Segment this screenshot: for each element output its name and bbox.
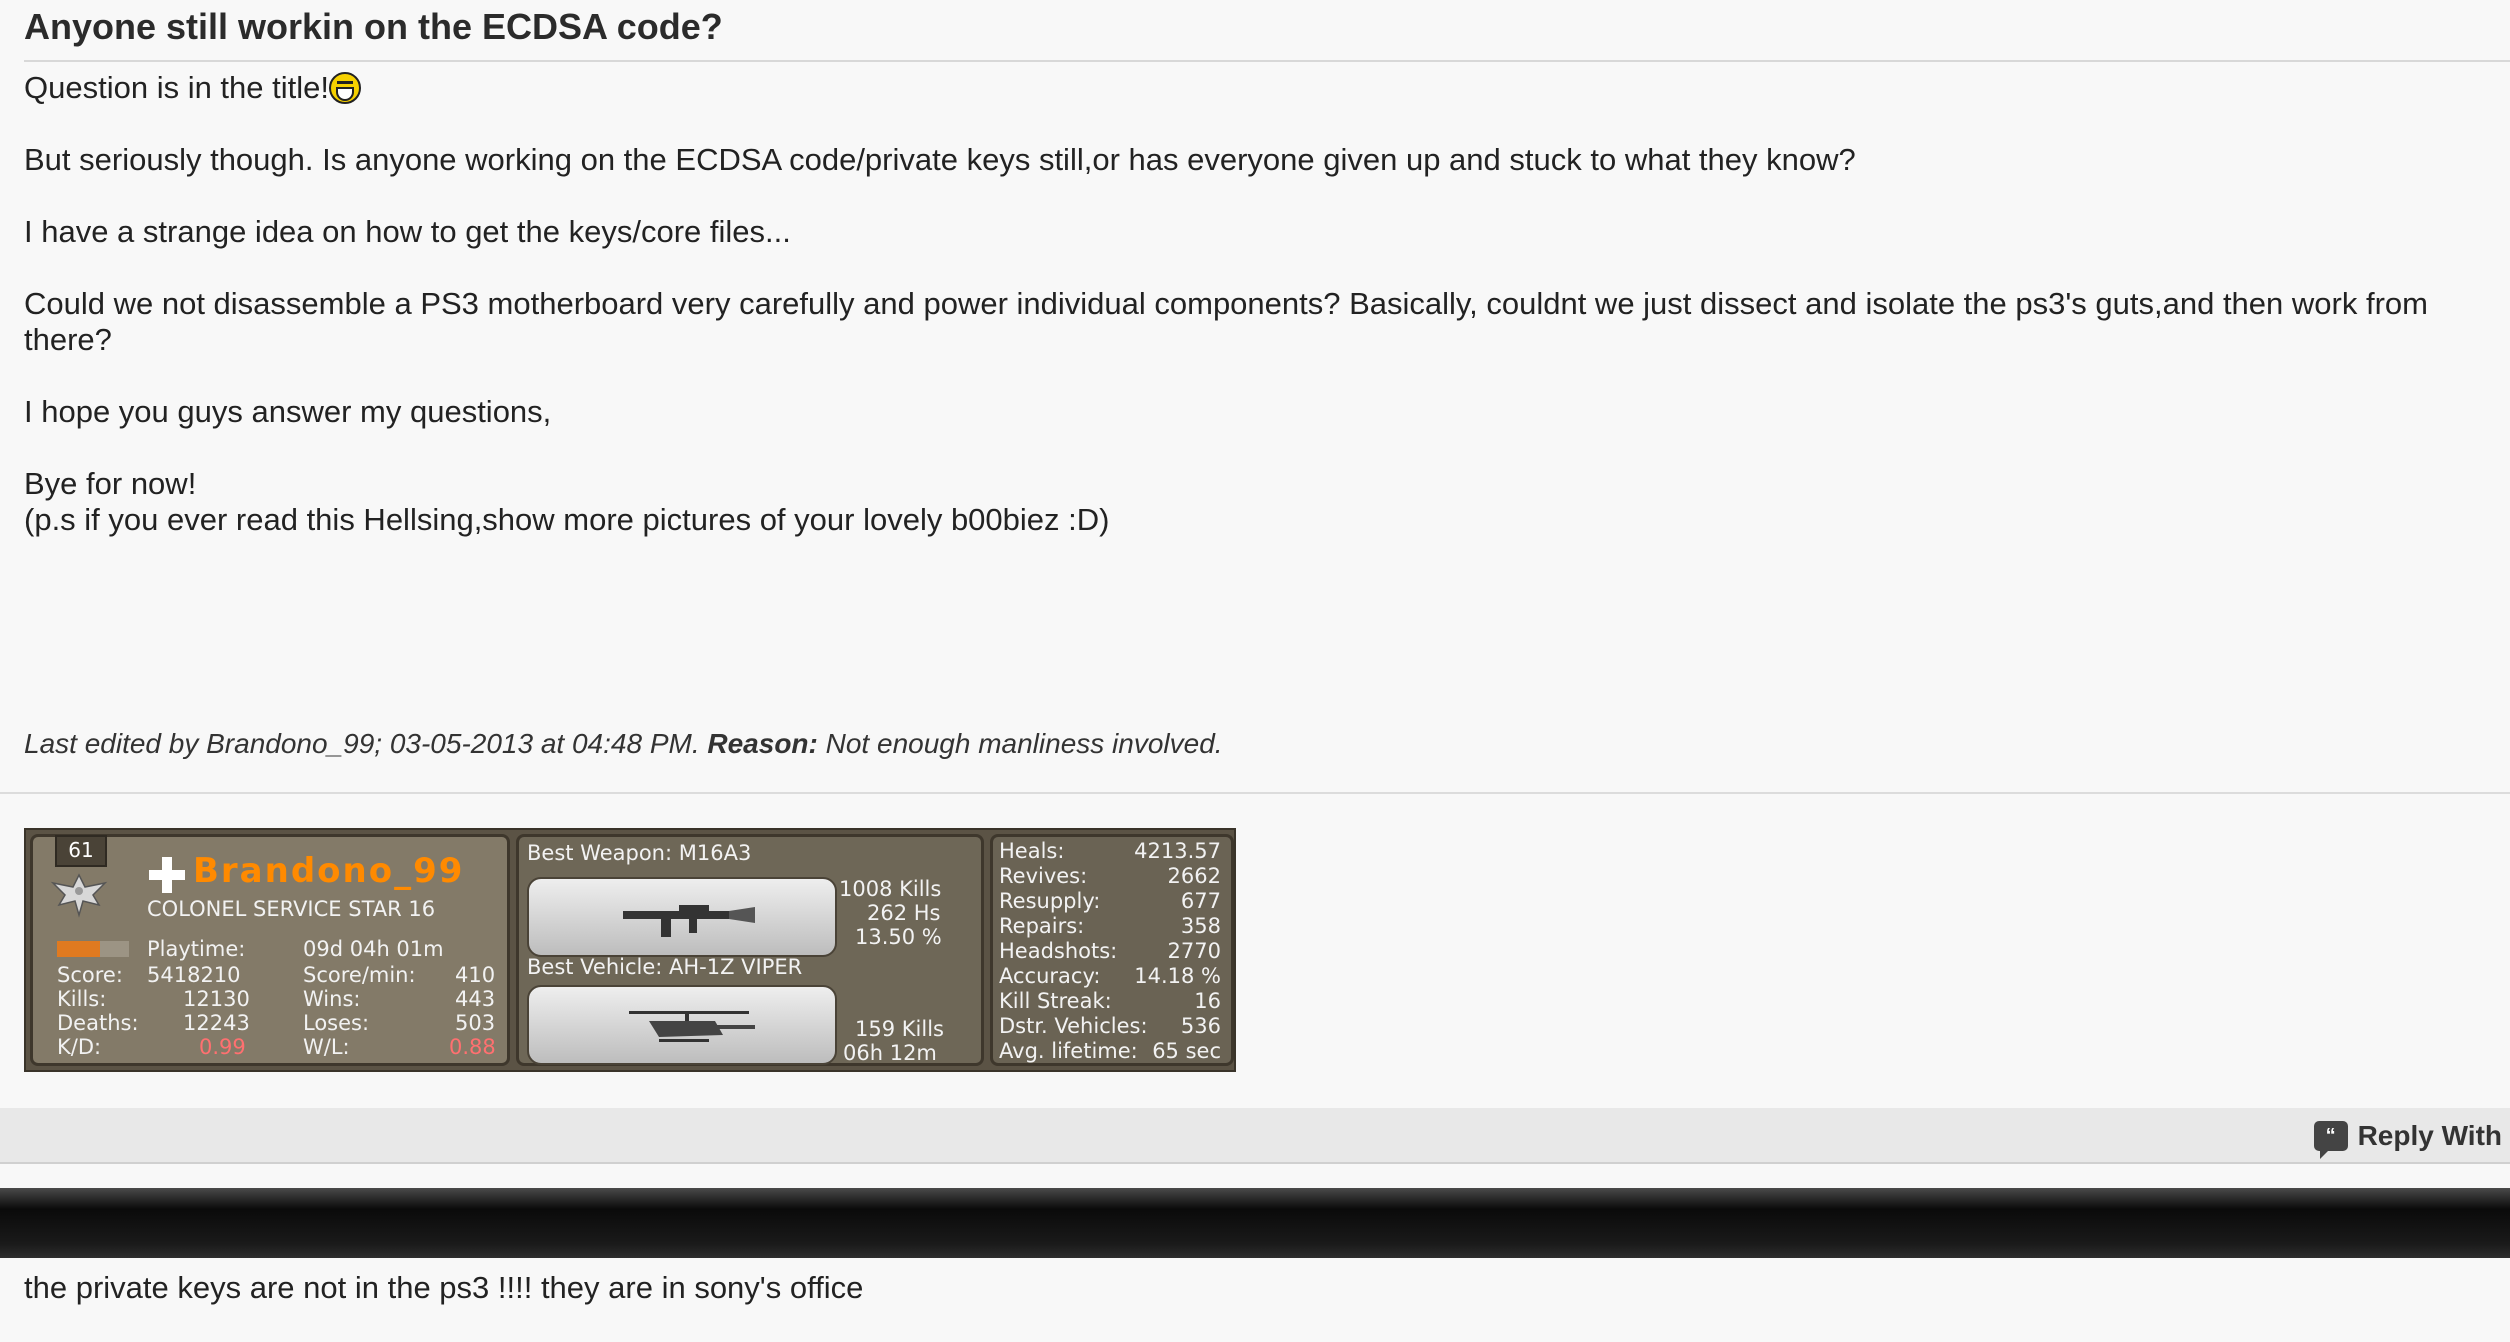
stat-label: Dstr. Vehicles:: [999, 1014, 1148, 1038]
player-name: Brandono_99: [193, 851, 465, 891]
post-title: Anyone still workin on the ECDSA code?: [24, 6, 723, 47]
wl-label: W/L:: [303, 1035, 350, 1059]
score-value: 5418210: [147, 963, 241, 987]
wins-label: Wins:: [303, 987, 361, 1011]
vehicle-kills: 159 Kills: [855, 1017, 944, 1041]
stat-value: 536: [1180, 1014, 1221, 1038]
rifle-icon: [623, 905, 755, 937]
wl-value: 0.88: [449, 1035, 496, 1059]
last-edited-note: Last edited by Brandono_99; 03-05-2013 a…: [24, 728, 1223, 760]
scoremin-label: Score/min:: [303, 963, 416, 987]
post-line: Bye for now!: [24, 466, 197, 501]
kills-label: Kills:: [57, 987, 107, 1011]
wins-value: 443: [455, 987, 496, 1011]
signature-divider: [0, 792, 2510, 794]
stat-value: 65 sec: [1152, 1039, 1221, 1063]
deaths-value: 12243: [183, 1011, 250, 1035]
loses-label: Loses:: [303, 1011, 370, 1035]
post-line: Could we not disassemble a PS3 motherboa…: [24, 286, 2428, 357]
stat-label: Kill Streak:: [999, 989, 1112, 1013]
post-line: I hope you guys answer my questions,: [24, 394, 552, 429]
post-line: I have a strange idea on how to get the …: [24, 214, 791, 249]
last-edited-prefix: Last edited by Brandono_99; 03-05-2013 a…: [24, 728, 700, 759]
weapon-percent: 13.50 %: [855, 925, 942, 949]
stat-value: 2770: [1167, 939, 1221, 963]
deaths-label: Deaths:: [57, 1011, 139, 1035]
stat-label: Headshots:: [999, 939, 1118, 963]
kills-value: 12130: [183, 987, 250, 1011]
post-header-bar: [0, 1188, 2510, 1258]
best-vehicle-label: Best Vehicle: AH-1Z VIPER: [527, 955, 803, 979]
title-divider: [24, 60, 2510, 62]
stat-label: Heals:: [999, 839, 1065, 863]
score-label: Score:: [57, 963, 123, 987]
stat-value: 358: [1180, 914, 1221, 938]
scoremin-value: 410: [455, 963, 496, 987]
post-line: But seriously though. Is anyone working …: [24, 142, 1856, 177]
stat-value: 14.18 %: [1134, 964, 1221, 988]
medic-cross-icon: [149, 857, 185, 893]
stat-label: Resupply:: [999, 889, 1101, 913]
stat-value: 16: [1194, 989, 1221, 1013]
reply-with-label: Reply With: [2357, 1120, 2502, 1151]
vehicle-time: 06h 12m: [843, 1041, 937, 1065]
stat-value: 2662: [1167, 864, 1221, 888]
vehicle-image-box: [527, 985, 837, 1065]
helicopter-icon: [629, 1011, 755, 1042]
reason-label: Reason:: [707, 728, 818, 759]
post-line: Question is in the title!: [24, 70, 329, 105]
stat-value: 677: [1180, 889, 1221, 913]
signature-banner: 61 Brandono_99 COLONEL SERVICE STAR 16 P…: [24, 828, 1236, 1072]
player-stats-panel: 61 Brandono_99 COLONEL SERVICE STAR 16 P…: [30, 834, 510, 1066]
best-weapon-panel: Best Weapon: M16A3 1008 Kills 262 Hs 13.…: [516, 834, 984, 1066]
next-post-body: the private keys are not in the ps3 !!!!…: [24, 1270, 864, 1305]
eagle-rank-icon: [50, 873, 108, 918]
reply-with-quote-button[interactable]: “ Reply With: [2313, 1118, 2502, 1159]
quote-bubble-icon: “: [2313, 1121, 2348, 1159]
best-weapon-label: Best Weapon: M16A3: [527, 841, 752, 865]
playtime-label: Playtime:: [147, 937, 246, 961]
rank-progress-bar: [57, 941, 100, 957]
reason-text: Not enough manliness involved.: [825, 728, 1223, 759]
rank-number: 61: [55, 835, 107, 867]
weapon-kills: 1008 Kills: [839, 877, 942, 901]
laughing-smiley-icon: [329, 72, 361, 104]
stat-value: 4213.57: [1134, 839, 1221, 863]
post-body: Question is in the title! But seriously …: [24, 70, 2504, 538]
post-action-bar: “ Reply With: [0, 1108, 2510, 1164]
weapon-image-box: [527, 877, 837, 957]
rank-title: COLONEL SERVICE STAR 16: [147, 897, 436, 921]
stat-label: Revives:: [999, 864, 1088, 888]
loses-value: 503: [455, 1011, 496, 1035]
stat-label: Accuracy:: [999, 964, 1101, 988]
kd-value: 0.99: [199, 1035, 246, 1059]
kd-label: K/D:: [57, 1035, 102, 1059]
playtime-value: 09d 04h 01m: [303, 937, 444, 961]
weapon-headshots: 262 Hs: [867, 901, 941, 925]
extra-stats-panel: Heals: 4213.57 Revives: 2662 Resupply: 677 Rep…: [990, 834, 1234, 1066]
stat-label: Avg. lifetime:: [999, 1039, 1138, 1063]
stat-label: Repairs:: [999, 914, 1085, 938]
post-line: (p.s if you ever read this Hellsing,show…: [24, 502, 1110, 537]
